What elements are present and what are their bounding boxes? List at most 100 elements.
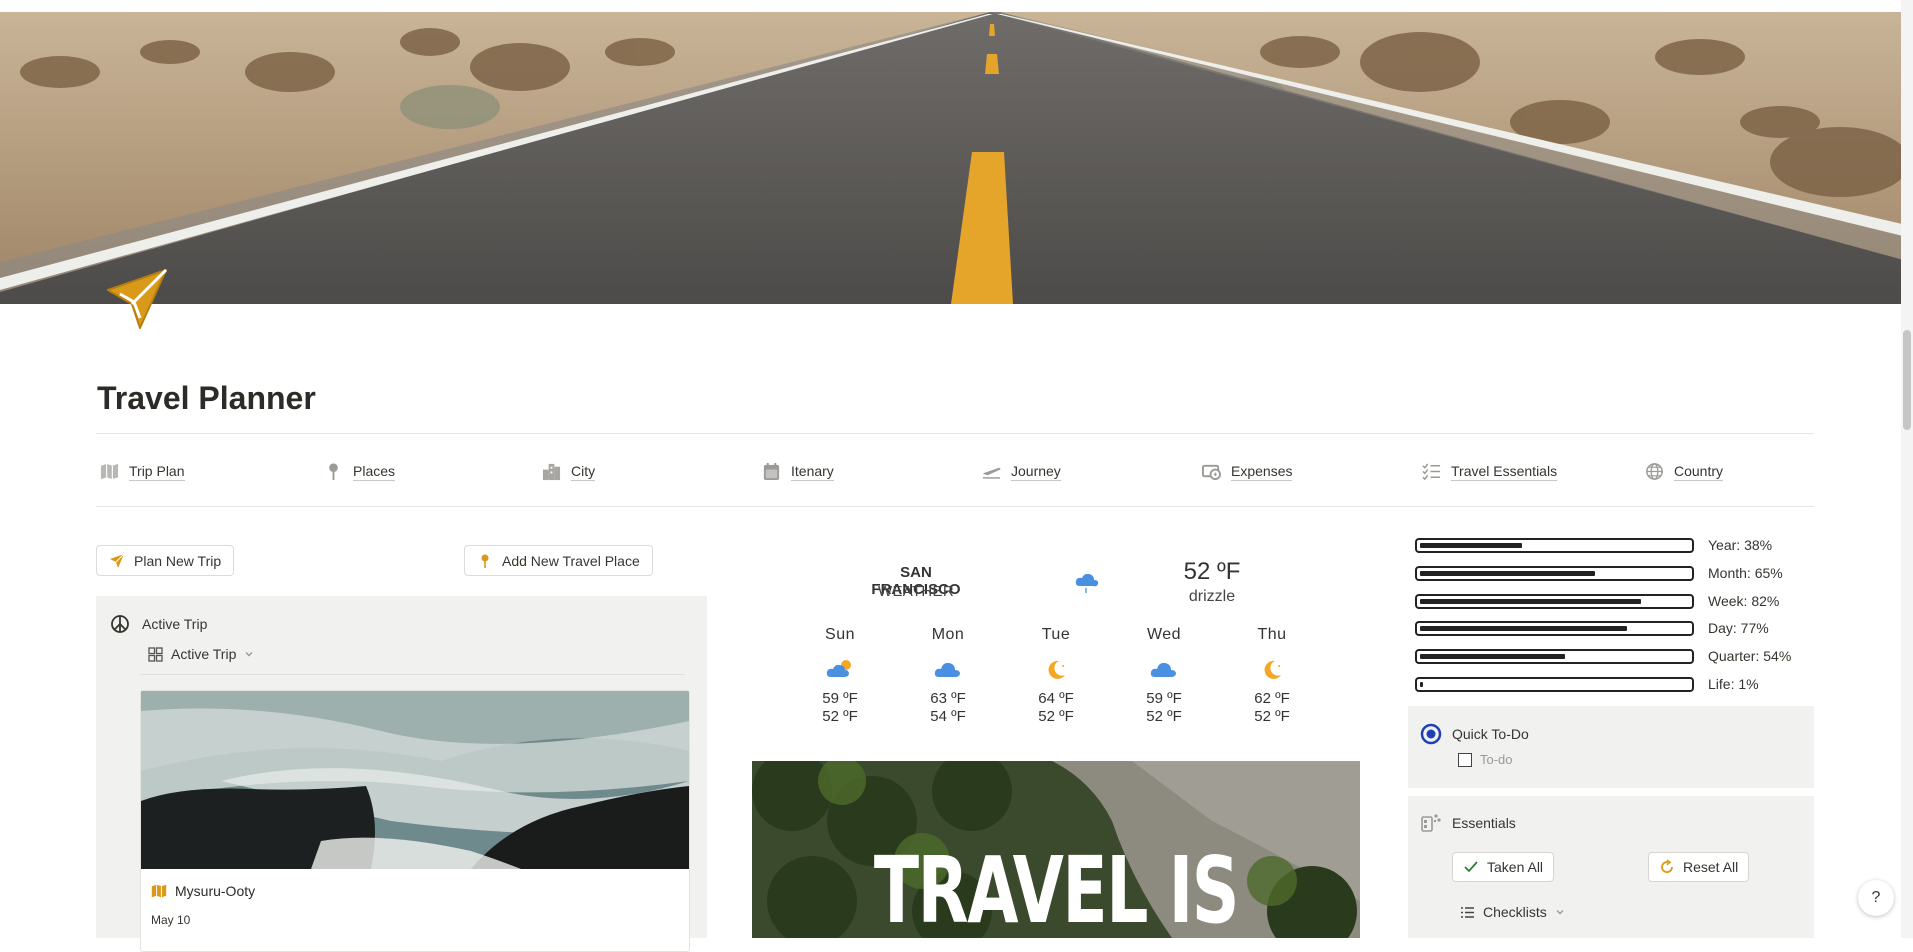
day-high: 62 ºF	[1254, 690, 1290, 707]
globe-icon	[1646, 462, 1663, 480]
divider	[140, 674, 685, 675]
button-label: Plan New Trip	[134, 552, 222, 569]
divider	[96, 433, 1814, 434]
paper-plane-icon	[110, 553, 125, 568]
forecast-day: Sun 59 ºF 52 ºF	[800, 626, 880, 726]
buildings-icon	[542, 463, 561, 480]
nav-label: Trip Plan	[129, 462, 185, 481]
quick-todo-callout: Quick To-Do To-do	[1408, 706, 1814, 788]
progress-bar	[1415, 593, 1694, 609]
day-high: 59 ºF	[1146, 690, 1182, 707]
peace-icon	[111, 615, 129, 633]
scrollbar-thumb[interactable]	[1903, 330, 1911, 430]
progress-label: Day: 77%	[1708, 620, 1769, 636]
taken-all-button[interactable]: Taken All	[1452, 852, 1555, 882]
chevron-down-icon	[1556, 910, 1564, 915]
trip-name-text: Mysuru-Ooty	[175, 883, 256, 899]
progress-bar	[1415, 537, 1694, 553]
progress-fill	[1420, 542, 1522, 548]
pin-icon	[329, 462, 338, 480]
reset-all-button[interactable]: Reset All	[1648, 852, 1750, 882]
target-icon	[1420, 723, 1442, 745]
forecast-day: Thu 62 ºF 52 ºF	[1232, 626, 1312, 726]
page-scrollbar[interactable]	[1901, 0, 1913, 938]
quick-todo-heading: Quick To-Do	[1420, 723, 1529, 745]
pin-icon	[481, 554, 489, 568]
day-low: 52 ºF	[1254, 708, 1290, 725]
divider	[96, 506, 1814, 507]
add-new-travel-place-button[interactable]: Add New Travel Place	[464, 545, 653, 576]
day-low: 52 ºF	[822, 708, 858, 725]
progress-week: Week: 82%	[1415, 592, 1779, 610]
progress-label: Quarter: 54%	[1708, 648, 1792, 664]
todo-placeholder[interactable]: To-do	[1480, 752, 1513, 767]
progress-bar	[1415, 676, 1694, 692]
day-low: 52 ºF	[1146, 708, 1182, 725]
weather-condition: drizzle	[1188, 588, 1236, 605]
view-label: Active Trip	[171, 646, 237, 662]
cloud-icon	[934, 662, 960, 677]
weather-label: WEATHER	[878, 583, 954, 600]
nav-label: Places	[353, 462, 396, 481]
money-icon	[1202, 464, 1221, 480]
forecast-day: Tue 64 ºF 52 ºF	[1016, 626, 1096, 726]
trip-name: Mysuru-Ooty	[151, 883, 255, 899]
todo-item[interactable]: To-do	[1458, 752, 1513, 767]
active-trip-callout: Active Trip Active Trip Mysuru-Ooty May …	[96, 596, 707, 952]
card-cover-image	[141, 691, 689, 869]
paper-plane-icon	[107, 268, 168, 329]
map-icon	[100, 463, 119, 479]
trip-date: May 10	[151, 913, 191, 927]
heading-text: Quick To-Do	[1452, 726, 1529, 742]
view-label: Checklists	[1483, 904, 1547, 920]
nav-city[interactable]: City	[542, 460, 596, 482]
progress-day: Day: 77%	[1415, 619, 1769, 637]
heading-text: Essentials	[1452, 815, 1516, 831]
drizzle-icon	[1075, 573, 1099, 593]
nav-trip-plan[interactable]: Trip Plan	[100, 460, 185, 482]
day-name: Mon	[931, 626, 965, 643]
moon-icon	[1048, 660, 1065, 679]
progress-quarter: Quarter: 54%	[1415, 647, 1791, 665]
essentials-heading: Essentials	[1420, 812, 1516, 834]
trip-card[interactable]: Mysuru-Ooty May 10	[140, 690, 690, 952]
progress-fill	[1420, 598, 1641, 604]
nav-label: Travel Essentials	[1451, 462, 1558, 481]
day-name: Wed	[1146, 626, 1182, 643]
nav-travel-essentials[interactable]: Travel Essentials	[1422, 460, 1558, 482]
progress-bar	[1415, 620, 1694, 636]
nav-label: Journey	[1011, 462, 1061, 481]
progress-label: Month: 65%	[1708, 565, 1783, 581]
todo-checkbox[interactable]	[1458, 752, 1472, 767]
nav-country[interactable]: Country	[1645, 460, 1724, 482]
progress-bar	[1415, 565, 1694, 581]
day-low: 52 ºF	[1038, 708, 1074, 725]
nav-itenary[interactable]: Itenary	[762, 460, 834, 482]
nav-expenses[interactable]: Expenses	[1202, 460, 1293, 482]
nav-label: Itenary	[791, 462, 834, 481]
button-label: Add New Travel Place	[502, 552, 640, 569]
progress-fill	[1420, 681, 1423, 687]
forecast-day: Mon 63 ºF 54 ºF	[908, 626, 988, 726]
day-high: 59 ºF	[822, 690, 858, 707]
help-button[interactable]: ?	[1858, 880, 1894, 916]
moon-icon	[1264, 660, 1281, 679]
button-label: Taken All	[1487, 859, 1544, 875]
plane-icon	[982, 467, 1001, 479]
checklists-view-tab[interactable]: Checklists	[1460, 904, 1565, 920]
button-label: Reset All	[1683, 859, 1739, 875]
nav-places[interactable]: Places	[324, 460, 396, 482]
page-title: Travel Planner	[97, 380, 316, 416]
cloud-icon	[1150, 662, 1176, 677]
refresh-icon	[1661, 859, 1673, 873]
progress-label: Life: 1%	[1708, 676, 1759, 692]
nav-journey[interactable]: Journey	[982, 460, 1061, 482]
plan-new-trip-button[interactable]: Plan New Trip	[96, 545, 235, 576]
active-trip-view-tab[interactable]: Active Trip	[148, 646, 254, 662]
progress-month: Month: 65%	[1415, 564, 1783, 582]
day-name: Tue	[1041, 626, 1071, 643]
gallery-icon	[148, 646, 163, 662]
heading-text: Active Trip	[142, 616, 208, 632]
nav-label: Country	[1674, 462, 1724, 481]
day-low: 54 ºF	[930, 708, 966, 725]
